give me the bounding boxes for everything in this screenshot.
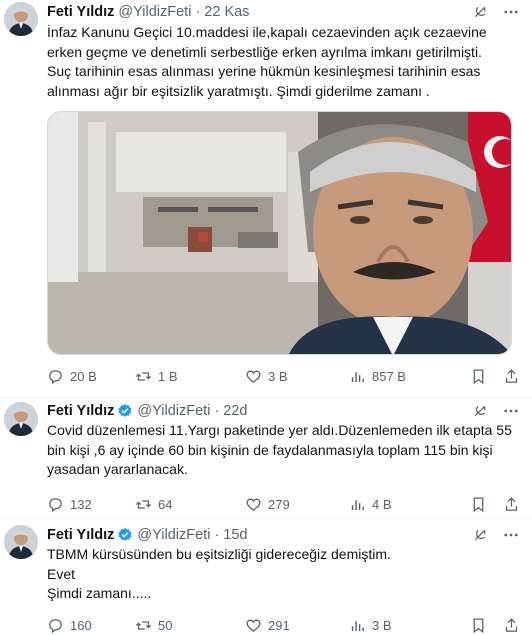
reply-icon bbox=[49, 369, 62, 384]
reply-button[interactable]: 160 bbox=[47, 617, 135, 634]
views-button[interactable]: 4 B bbox=[349, 496, 449, 513]
views-button[interactable]: 3 B bbox=[349, 617, 449, 634]
views-icon bbox=[351, 371, 364, 382]
more-icon[interactable] bbox=[502, 3, 520, 21]
author-name[interactable]: Feti Yıldız bbox=[47, 4, 114, 20]
bookmark-icon bbox=[473, 368, 484, 384]
avatar[interactable] bbox=[4, 2, 38, 36]
verified-badge-icon bbox=[117, 403, 133, 419]
repost-count: 50 bbox=[158, 618, 173, 633]
tweet-header: Feti Yıldız @YildizFeti · 22 Kas bbox=[47, 0, 520, 22]
reply-count: 132 bbox=[70, 497, 92, 512]
author-handle[interactable]: @YildizFeti bbox=[137, 527, 210, 543]
separator-dot: · bbox=[214, 526, 220, 543]
like-count: 291 bbox=[268, 618, 290, 633]
views-count: 857 B bbox=[372, 368, 406, 384]
timestamp[interactable]: 22d bbox=[223, 403, 247, 419]
avatar[interactable] bbox=[4, 525, 38, 559]
author-name[interactable]: Feti Yıldız bbox=[47, 527, 114, 543]
repost-icon bbox=[135, 621, 152, 630]
tweet-header: Feti Yıldız @YildizFeti · 15d bbox=[47, 519, 520, 545]
reply-count: 160 bbox=[70, 618, 92, 633]
like-count: 279 bbox=[268, 497, 290, 512]
bookmark-icon bbox=[473, 618, 484, 634]
like-button[interactable]: 3 B bbox=[245, 368, 349, 385]
like-icon bbox=[246, 370, 261, 383]
verified-badge-icon bbox=[117, 527, 133, 543]
views-count: 3 B bbox=[372, 618, 392, 633]
tweet-image[interactable] bbox=[47, 111, 512, 355]
repost-button[interactable]: 1 B bbox=[135, 368, 245, 385]
repost-icon bbox=[135, 500, 152, 509]
tweet[interactable]: Feti Yıldız @YildizFeti · 22d Covid düze… bbox=[0, 398, 532, 519]
repost-count: 1 B bbox=[158, 368, 178, 384]
share-icon bbox=[505, 497, 518, 511]
more-icon[interactable] bbox=[502, 526, 520, 544]
like-count: 3 B bbox=[268, 368, 288, 384]
bookmark-button[interactable] bbox=[470, 617, 487, 634]
share-button[interactable] bbox=[503, 368, 520, 385]
reply-button[interactable]: 132 bbox=[47, 496, 135, 513]
timestamp[interactable]: 15d bbox=[223, 527, 247, 543]
views-icon bbox=[351, 500, 364, 511]
grok-icon[interactable] bbox=[472, 527, 488, 543]
tweet[interactable]: Feti Yıldız @YildizFeti · 15d TBMM kürsü… bbox=[0, 519, 532, 635]
like-icon bbox=[246, 498, 261, 511]
tweet-text: TBMM kürsüsünden bu eşitsizliği giderece… bbox=[47, 546, 391, 601]
share-icon bbox=[505, 618, 518, 632]
bookmark-button[interactable] bbox=[470, 368, 487, 385]
share-button[interactable] bbox=[503, 617, 520, 634]
views-button[interactable]: 857 B bbox=[349, 368, 449, 385]
author-name[interactable]: Feti Yıldız bbox=[47, 403, 114, 419]
separator-dot: · bbox=[214, 402, 220, 419]
avatar[interactable] bbox=[4, 402, 38, 436]
reply-button[interactable]: 20 B bbox=[47, 368, 135, 385]
timestamp[interactable]: 22 Kas bbox=[204, 4, 249, 20]
tweet-actions: 132 64 279 4 B bbox=[47, 495, 520, 515]
like-button[interactable]: 279 bbox=[245, 496, 349, 513]
timeline: Feti Yıldız @YildizFeti · 22 Kas İnfaz K… bbox=[0, 0, 532, 635]
separator-dot: · bbox=[195, 3, 201, 20]
bookmark-button[interactable] bbox=[470, 496, 487, 513]
reply-icon bbox=[49, 498, 62, 513]
tweet[interactable]: Feti Yıldız @YildizFeti · 22 Kas İnfaz K… bbox=[0, 0, 532, 398]
tweet-text: İnfaz Kanunu Geçici 10.maddesi ile,kapal… bbox=[47, 24, 487, 99]
reply-icon bbox=[49, 619, 62, 634]
grok-icon[interactable] bbox=[472, 403, 488, 419]
grok-icon[interactable] bbox=[472, 4, 488, 20]
like-icon bbox=[246, 619, 261, 632]
tweet-text: Covid düzenlemesi 11.Yargı paketinde yer… bbox=[47, 422, 512, 477]
like-button[interactable]: 291 bbox=[245, 617, 349, 634]
more-icon[interactable] bbox=[502, 402, 520, 420]
tweet-header: Feti Yıldız @YildizFeti · 22d bbox=[47, 398, 520, 420]
author-handle[interactable]: @YildizFeti bbox=[118, 4, 191, 20]
bookmark-icon bbox=[473, 497, 484, 513]
repost-button[interactable]: 50 bbox=[135, 617, 245, 634]
share-icon bbox=[505, 368, 518, 383]
share-button[interactable] bbox=[503, 496, 520, 513]
repost-count: 64 bbox=[158, 497, 173, 512]
tweet-actions: 20 B 1 B 3 B 857 B bbox=[47, 366, 520, 386]
views-count: 4 B bbox=[372, 497, 392, 512]
author-handle[interactable]: @YildizFeti bbox=[137, 403, 210, 419]
reply-count: 20 B bbox=[70, 368, 97, 384]
tweet-actions: 160 50 291 3 B bbox=[47, 616, 520, 635]
repost-icon bbox=[135, 371, 152, 381]
views-icon bbox=[351, 621, 364, 632]
repost-button[interactable]: 64 bbox=[135, 496, 245, 513]
